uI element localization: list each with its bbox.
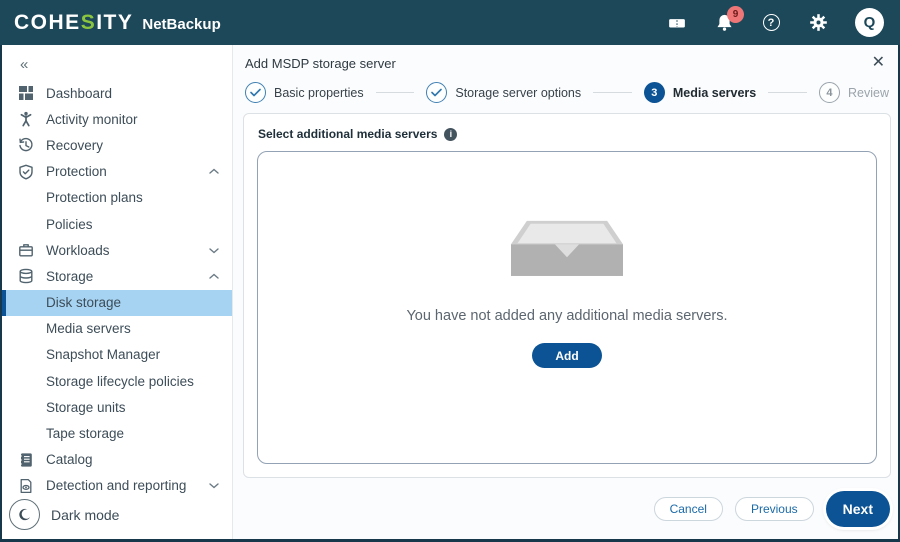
app-window: COHESITY NetBackup 9 ? xyxy=(0,0,900,542)
sidebar-item-label: Recovery xyxy=(46,138,103,153)
chevron-down-icon xyxy=(209,247,219,254)
top-bar: COHESITY NetBackup 9 ? xyxy=(0,0,900,45)
sidebar-collapse-button[interactable]: « xyxy=(2,53,232,80)
support-ticket-icon[interactable] xyxy=(667,13,687,33)
dashboard-icon xyxy=(17,84,35,102)
top-bar-actions: 9 ? Q xyxy=(667,8,884,37)
step-storage-server-options[interactable]: Storage server options xyxy=(426,82,581,103)
briefcase-icon xyxy=(17,241,35,259)
wizard-stepper: Basic properties Storage server options … xyxy=(243,75,891,113)
cancel-button[interactable]: Cancel xyxy=(654,497,723,521)
sidebar-item-label: Catalog xyxy=(46,452,93,467)
sidebar-item-storage[interactable]: Storage xyxy=(2,263,232,289)
step-basic-properties[interactable]: Basic properties xyxy=(245,82,364,103)
step-number: 4 xyxy=(819,82,840,103)
step-number: 3 xyxy=(644,82,665,103)
step-connector xyxy=(768,92,807,93)
sidebar-item-workloads[interactable]: Workloads xyxy=(2,237,232,263)
dark-mode-toggle[interactable]: Dark mode xyxy=(2,492,232,539)
sidebar-item-catalog[interactable]: Catalog xyxy=(2,447,232,473)
sidebar-item-label: Storage units xyxy=(46,400,126,415)
step-check-icon xyxy=(245,82,266,103)
wizard-title: Add MSDP storage server xyxy=(245,56,396,71)
sidebar-item-dashboard[interactable]: Dashboard xyxy=(2,80,232,106)
wizard-header: Add MSDP storage server ✕ xyxy=(243,45,891,75)
storage-database-icon xyxy=(17,267,35,285)
step-connector xyxy=(376,92,415,93)
moon-icon xyxy=(9,499,40,530)
next-button[interactable]: Next xyxy=(826,491,890,527)
sidebar-item-snapshot-manager[interactable]: Snapshot Manager xyxy=(2,342,232,368)
sidebar-nav: Dashboard Activity monitor Recovery Prot… xyxy=(2,80,232,492)
sidebar-item-label: Workloads xyxy=(46,243,110,258)
sidebar-item-detection-and-reporting[interactable]: Detection and reporting xyxy=(2,473,232,499)
previous-button[interactable]: Previous xyxy=(735,497,814,521)
sidebar-item-protection[interactable]: Protection xyxy=(2,159,232,185)
step-label: Media servers xyxy=(673,86,756,100)
empty-inbox-icon xyxy=(511,219,623,281)
info-icon[interactable]: i xyxy=(444,128,457,141)
activity-monitor-icon xyxy=(17,110,35,128)
sidebar-item-tape-storage[interactable]: Tape storage xyxy=(2,420,232,446)
media-servers-empty-state: You have not added any additional media … xyxy=(257,151,877,464)
close-icon[interactable]: ✕ xyxy=(869,55,888,71)
dark-mode-label: Dark mode xyxy=(51,507,119,523)
step-label: Review xyxy=(848,86,889,100)
sidebar-item-label: Storage lifecycle policies xyxy=(46,374,194,389)
sidebar-item-storage-lifecycle-policies[interactable]: Storage lifecycle policies xyxy=(2,368,232,394)
brand: COHESITY NetBackup xyxy=(14,11,221,35)
sidebar-item-label: Disk storage xyxy=(46,295,121,310)
sidebar: « Dashboard Activity monitor Recovery Pr… xyxy=(2,45,233,539)
sidebar-item-label: Media servers xyxy=(46,321,131,336)
sidebar-item-policies[interactable]: Policies xyxy=(2,211,232,237)
notification-count-badge: 9 xyxy=(727,6,744,23)
step-label: Storage server options xyxy=(455,86,581,100)
step-label: Basic properties xyxy=(274,86,364,100)
sidebar-item-label: Dashboard xyxy=(46,86,112,101)
main-content: Add MSDP storage server ✕ Basic properti… xyxy=(233,45,898,539)
sidebar-item-label: Protection xyxy=(46,164,107,179)
sidebar-item-label: Detection and reporting xyxy=(46,478,186,493)
sidebar-item-disk-storage[interactable]: Disk storage xyxy=(2,290,232,316)
step-connector xyxy=(593,92,632,93)
sidebar-item-label: Policies xyxy=(46,217,93,232)
media-servers-panel: Select additional media servers i You ha… xyxy=(243,113,891,478)
chevron-up-icon xyxy=(209,273,219,280)
step-review[interactable]: 4 Review xyxy=(819,82,889,103)
recovery-icon xyxy=(17,136,35,154)
sidebar-item-activity-monitor[interactable]: Activity monitor xyxy=(2,106,232,132)
step-check-icon xyxy=(426,82,447,103)
logo-s-mark: S xyxy=(81,11,97,34)
sidebar-item-label: Storage xyxy=(46,269,93,284)
sidebar-item-protection-plans[interactable]: Protection plans xyxy=(2,185,232,211)
add-button[interactable]: Add xyxy=(532,343,601,368)
sidebar-item-label: Snapshot Manager xyxy=(46,347,160,362)
chevron-up-icon xyxy=(209,168,219,175)
settings-gear-icon[interactable] xyxy=(808,13,828,33)
user-avatar[interactable]: Q xyxy=(855,8,884,37)
help-icon[interactable]: ? xyxy=(761,13,781,33)
sidebar-item-recovery[interactable]: Recovery xyxy=(2,132,232,158)
section-header: Select additional media servers i xyxy=(257,125,877,151)
logo-text-2: ITY xyxy=(96,11,133,34)
sidebar-item-storage-units[interactable]: Storage units xyxy=(2,394,232,420)
sidebar-item-label: Protection plans xyxy=(46,190,143,205)
sidebar-item-media-servers[interactable]: Media servers xyxy=(2,316,232,342)
catalog-book-icon xyxy=(17,451,35,469)
empty-state-message: You have not added any additional media … xyxy=(406,308,727,324)
cohesity-logo: COHESITY xyxy=(14,11,133,35)
step-media-servers[interactable]: 3 Media servers xyxy=(644,82,756,103)
notifications-bell-icon[interactable]: 9 xyxy=(714,13,734,33)
wizard-footer: Cancel Previous Next xyxy=(243,478,891,539)
report-eye-icon xyxy=(17,477,35,495)
sidebar-item-label: Activity monitor xyxy=(46,112,138,127)
sidebar-item-label: Tape storage xyxy=(46,426,124,441)
logo-text: COHE xyxy=(14,11,81,34)
section-label: Select additional media servers xyxy=(258,127,437,141)
product-name: NetBackup xyxy=(142,16,220,33)
chevron-down-icon xyxy=(209,482,219,489)
shield-check-icon xyxy=(17,163,35,181)
